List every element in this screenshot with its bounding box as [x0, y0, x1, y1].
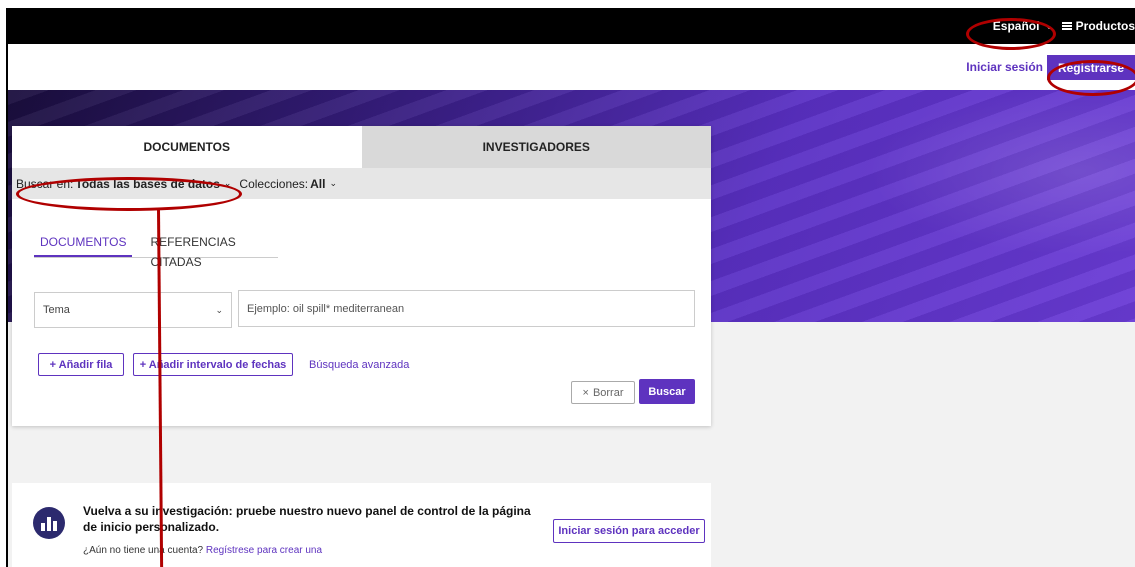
chevron-down-icon[interactable]: ⌄	[224, 178, 232, 189]
chevron-down-icon: ⌄	[215, 304, 223, 315]
close-icon: ×	[582, 386, 589, 399]
search-subtabs: DOCUMENTOS REFERENCIAS CITADAS	[34, 232, 278, 269]
collections-selector[interactable]: All	[310, 177, 325, 191]
tab-documents[interactable]: DOCUMENTOS	[12, 126, 362, 168]
collections-label: Colecciones:	[239, 176, 309, 191]
query-input[interactable]: Ejemplo: oil spill* mediterranean	[238, 290, 695, 327]
dashboard-promo: Vuelva a su investigación: pruebe nuestr…	[12, 483, 711, 567]
chevron-down-icon: ⌄	[1045, 20, 1053, 31]
add-date-range-button[interactable]: + Añadir intervalo de fechas	[133, 353, 293, 376]
top-bar: Español ⌄ Productos	[8, 10, 1135, 44]
auth-bar: Iniciar sesión Registrarse	[8, 44, 1135, 90]
clear-button[interactable]: × Borrar	[571, 381, 635, 404]
search-button[interactable]: Buscar	[639, 379, 695, 404]
language-label: Español	[992, 19, 1040, 33]
register-link[interactable]: Regístrese para crear una	[206, 545, 322, 556]
search-tabs: DOCUMENTOS INVESTIGADORES	[12, 126, 711, 168]
field-select[interactable]: Tema ⌄	[34, 292, 232, 328]
scope-label: Buscar en:	[16, 176, 74, 191]
language-selector[interactable]: Español ⌄	[993, 19, 1053, 33]
products-label: Productos	[1075, 19, 1135, 33]
signin-link[interactable]: Iniciar sesión	[966, 60, 1043, 74]
page-frame: Español ⌄ Productos Iniciar sesión Regis…	[6, 8, 1135, 567]
subtab-cited-references[interactable]: REFERENCIAS CITADAS	[144, 232, 278, 269]
clear-label: Borrar	[592, 386, 624, 399]
search-card: DOCUMENTOS INVESTIGADORES Buscar en: Tod…	[12, 126, 711, 426]
promo-subtext: ¿Aún no tiene una cuenta? Regístrese par…	[83, 545, 322, 556]
tab-researchers[interactable]: INVESTIGADORES	[361, 126, 711, 168]
search-scope-bar: Buscar en: Todas las bases de datos ⌄ Co…	[12, 168, 711, 199]
advanced-search-link[interactable]: Búsqueda avanzada	[309, 359, 409, 371]
no-account-text: ¿Aún no tiene una cuenta?	[83, 545, 204, 556]
products-menu[interactable]: Productos	[1061, 19, 1135, 33]
subtab-documents[interactable]: DOCUMENTOS	[34, 232, 133, 257]
field-select-value: Tema	[43, 304, 70, 316]
promo-title: Vuelva a su investigación: pruebe nuestr…	[83, 504, 531, 534]
register-button[interactable]: Registrarse	[1047, 55, 1135, 80]
chevron-down-icon[interactable]: ⌄	[329, 178, 337, 189]
menu-icon	[1061, 22, 1072, 30]
dashboard-icon	[33, 507, 65, 539]
database-selector[interactable]: Todas las bases de datos	[75, 177, 220, 191]
signin-to-access-button[interactable]: Iniciar sesión para acceder	[553, 519, 705, 543]
add-row-button[interactable]: + Añadir fila	[38, 353, 124, 376]
